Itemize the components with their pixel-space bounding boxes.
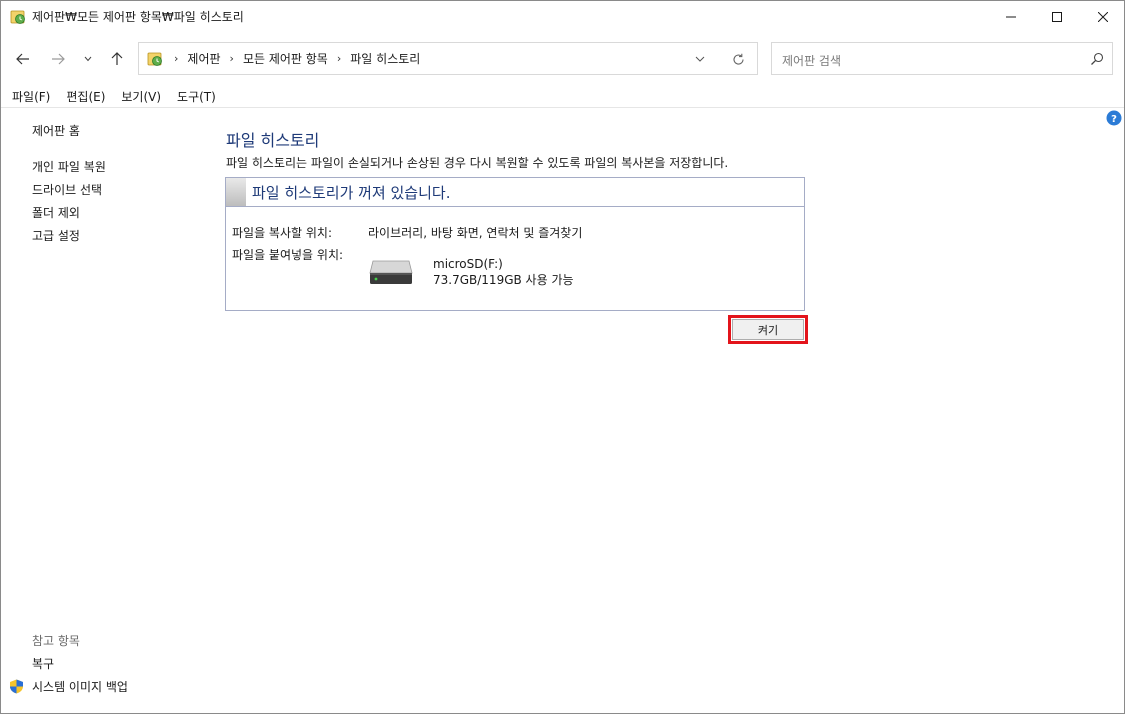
breadcrumb-separator: › <box>229 52 234 65</box>
title-bar: 제어판₩모든 제어판 항목₩파일 히스토리 <box>1 1 1124 32</box>
search-input[interactable]: 제어판 검색 <box>782 52 841 69</box>
back-button[interactable] <box>11 47 35 71</box>
chevron-down-icon <box>695 56 705 62</box>
menu-bar: 파일(F) 편집(E) 보기(V) 도구(T) <box>1 86 1124 108</box>
menu-view[interactable]: 보기(V) <box>116 88 166 105</box>
file-history-window: 제어판₩모든 제어판 항목₩파일 히스토리 › 제어판 › 모든 제어판 항목 … <box>0 0 1125 714</box>
menu-edit[interactable]: 편집(E) <box>61 88 110 105</box>
arrow-right-icon <box>52 53 65 65</box>
copy-from-value: 라이브러리, 바탕 화면, 연락처 및 즐겨찾기 <box>368 226 583 240</box>
navigation-bar: › 제어판 › 모든 제어판 항목 › 파일 히스토리 제어판 검색 <box>1 32 1124 86</box>
copy-to-label: 파일을 붙여넣을 위치: <box>232 248 344 262</box>
control-panel-home-link[interactable]: 제어판 홈 <box>32 122 80 139</box>
refresh-button[interactable] <box>730 51 746 67</box>
forward-button[interactable] <box>46 47 70 71</box>
help-icon[interactable]: ? <box>1106 110 1122 126</box>
breadcrumb-control-panel[interactable]: 제어판 <box>187 50 220 67</box>
maximize-button[interactable] <box>1034 1 1080 32</box>
breadcrumb: › 제어판 › 모든 제어판 항목 › 파일 히스토리 <box>169 43 420 74</box>
arrow-up-icon <box>111 52 123 65</box>
breadcrumb-separator: › <box>174 52 179 65</box>
system-image-backup-link[interactable]: 시스템 이미지 백업 <box>32 678 128 695</box>
breadcrumb-all-items[interactable]: 모든 제어판 항목 <box>243 50 328 67</box>
left-task-pane: 제어판 홈 개인 파일 복원 드라이브 선택 폴더 제외 고급 설정 참고 항목… <box>1 108 206 713</box>
status-title: 파일 히스토리가 꺼져 있습니다. <box>252 184 451 202</box>
refresh-icon <box>732 53 744 65</box>
search-box[interactable]: 제어판 검색 <box>771 42 1113 75</box>
turn-on-button[interactable]: 켜기 <box>732 319 804 340</box>
exclude-folders-link[interactable]: 폴더 제외 <box>32 204 80 221</box>
breadcrumb-separator: › <box>336 52 342 65</box>
recovery-link[interactable]: 복구 <box>32 655 54 672</box>
arrow-left-icon <box>16 53 29 65</box>
search-icon[interactable] <box>1090 52 1104 66</box>
menu-tools[interactable]: 도구(T) <box>172 88 221 105</box>
status-header: 파일 히스토리가 꺼져 있습니다. <box>226 178 804 207</box>
close-button[interactable] <box>1080 1 1124 32</box>
advanced-settings-link[interactable]: 고급 설정 <box>32 227 80 244</box>
hard-drive-icon <box>369 259 413 285</box>
restore-personal-files-link[interactable]: 개인 파일 복원 <box>32 158 106 175</box>
address-bar[interactable]: › 제어판 › 모든 제어판 항목 › 파일 히스토리 <box>138 42 758 75</box>
uac-shield-icon <box>9 679 24 694</box>
up-button[interactable] <box>105 47 129 71</box>
see-also-heading: 참고 항목 <box>32 634 80 648</box>
close-icon <box>1098 11 1108 22</box>
page-description: 파일 히스토리는 파일이 손실되거나 손상된 경우 다시 복원할 수 있도록 파… <box>226 156 729 170</box>
status-indicator-bar <box>226 178 246 206</box>
breadcrumb-file-history[interactable]: 파일 히스토리 <box>350 50 420 67</box>
minimize-icon <box>1006 16 1016 17</box>
control-panel-icon <box>147 51 163 67</box>
copy-from-label: 파일을 복사할 위치: <box>232 226 332 240</box>
svg-text:?: ? <box>1111 114 1117 125</box>
recent-locations-button[interactable] <box>77 47 99 71</box>
window-title: 제어판₩모든 제어판 항목₩파일 히스토리 <box>32 10 244 24</box>
drive-free-space: 73.7GB/119GB 사용 가능 <box>433 273 574 287</box>
maximize-icon <box>1052 11 1062 22</box>
select-drive-link[interactable]: 드라이브 선택 <box>32 181 102 198</box>
chevron-down-icon <box>84 56 92 62</box>
file-history-status-panel: 파일 히스토리가 꺼져 있습니다. 파일을 복사할 위치: 라이브러리, 바탕 … <box>225 177 805 311</box>
drive-name: microSD(F:) <box>433 257 503 271</box>
menu-file[interactable]: 파일(F) <box>7 88 55 105</box>
page-title: 파일 히스토리 <box>226 131 320 150</box>
minimize-button[interactable] <box>988 1 1034 32</box>
address-history-dropdown[interactable] <box>692 51 708 67</box>
file-history-app-icon <box>10 9 26 25</box>
